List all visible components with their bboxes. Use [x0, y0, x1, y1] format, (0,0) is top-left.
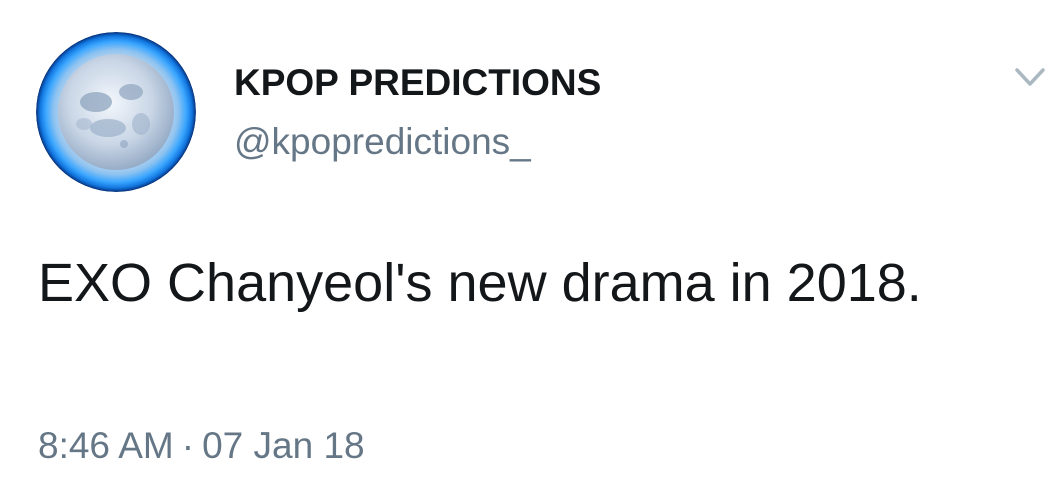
- tweet-time: 8:46 AM: [38, 425, 174, 466]
- user-handle[interactable]: @kpopredictions_: [234, 121, 531, 163]
- tweet-text: EXO Chanyeol's new drama in 2018.: [38, 253, 922, 313]
- avatar[interactable]: [36, 32, 196, 192]
- chevron-down-icon: [1015, 68, 1045, 86]
- tweet-card: KPOP PREDICTIONS @kpopredictions_ EXO Ch…: [0, 0, 1057, 499]
- tweet-date: 07 Jan 18: [202, 425, 365, 466]
- full-moon-icon: [36, 32, 196, 192]
- timestamp-separator: ·: [181, 425, 195, 466]
- display-name[interactable]: KPOP PREDICTIONS: [234, 62, 601, 104]
- tweet-timestamp[interactable]: 8:46 AM · 07 Jan 18: [38, 425, 365, 467]
- tweet-menu-button[interactable]: [1012, 64, 1048, 92]
